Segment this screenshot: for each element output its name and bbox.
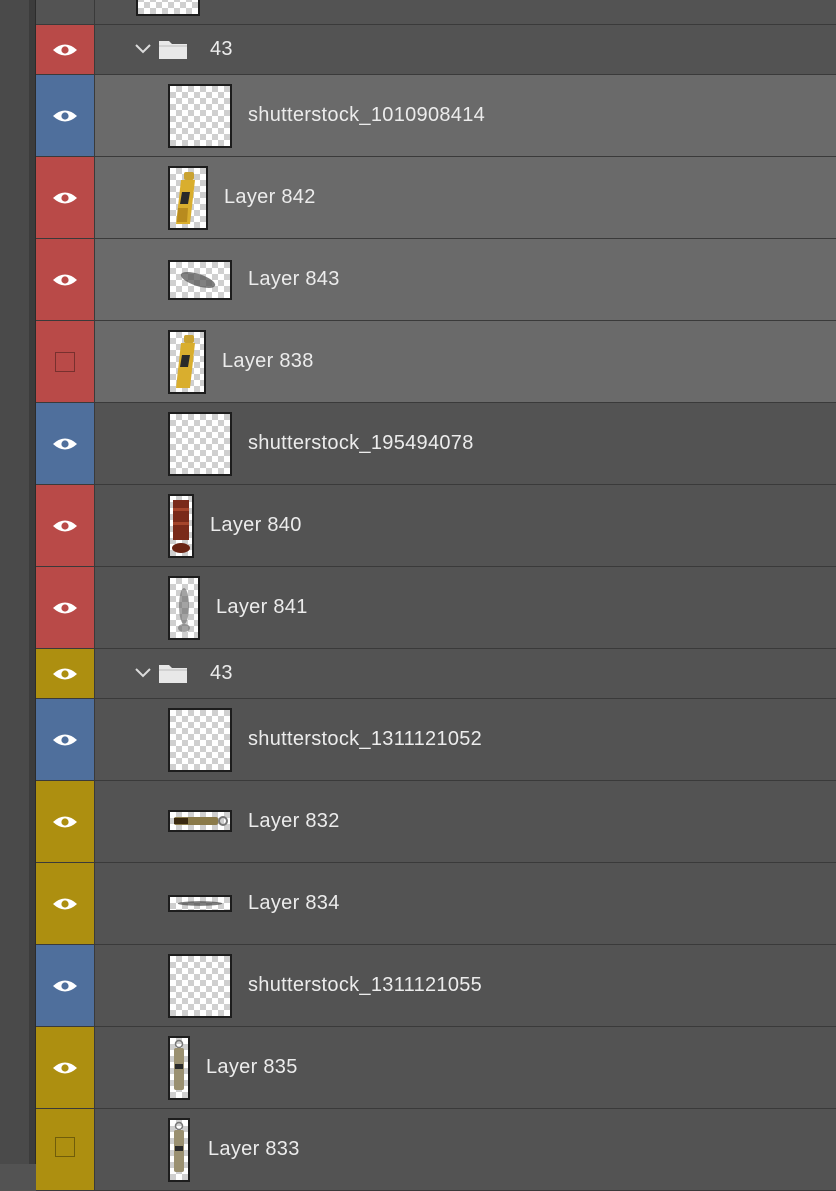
layer-thumbnail [168, 166, 208, 230]
visibility-toggle[interactable] [36, 239, 95, 320]
visibility-toggle[interactable] [36, 403, 95, 484]
folder-icon [159, 665, 187, 683]
visibility-cell[interactable] [36, 0, 95, 24]
visibility-toggle[interactable] [36, 157, 95, 238]
visibility-toggle[interactable] [36, 863, 95, 944]
layer-row[interactable]: shutterstock_1010908414 [36, 75, 836, 157]
layer-thumbnail [168, 895, 232, 912]
folder-icon [159, 41, 187, 59]
layer-thumbnail [168, 576, 200, 640]
layer-name: Layer 841 [216, 596, 308, 618]
hidden-checkbox[interactable] [55, 351, 75, 372]
layer-group-row[interactable]: 43 [36, 25, 836, 75]
layer-name: Layer 833 [208, 1138, 300, 1160]
layer-row[interactable]: Layer 834 [36, 863, 836, 945]
visibility-toggle[interactable] [36, 781, 95, 862]
visibility-toggle[interactable] [36, 649, 95, 698]
layer-name: Layer 840 [210, 514, 302, 536]
layer-name: Layer 842 [224, 186, 316, 208]
eye-icon [53, 816, 77, 827]
eye-icon [53, 520, 77, 531]
eye-icon [53, 1062, 77, 1073]
layer-row[interactable]: Layer 842 [36, 157, 836, 239]
layer-thumbnail [168, 1036, 190, 1100]
visibility-toggle[interactable] [36, 1027, 95, 1108]
layer-row[interactable]: Layer 835 [36, 1027, 836, 1109]
layer-name: Layer 832 [248, 810, 340, 832]
group-name: 43 [210, 662, 233, 684]
eye-icon [53, 898, 77, 909]
visibility-toggle[interactable] [36, 1109, 95, 1190]
layer-thumbnail [136, 0, 200, 16]
eye-icon [53, 438, 77, 449]
eye-icon [53, 602, 77, 613]
layer-name: shutterstock_1311121052 [248, 728, 483, 750]
layer-name: Layer 835 [206, 1056, 298, 1078]
layer-name: Layer 838 [222, 350, 314, 372]
layer-row[interactable]: Layer 841 [36, 567, 836, 649]
layer-row[interactable]: Layer 840 [36, 485, 836, 567]
visibility-toggle[interactable] [36, 567, 95, 648]
layer-thumbnail [168, 1118, 190, 1182]
layer-row[interactable]: shutterstock_195494078 [36, 403, 836, 485]
visibility-toggle[interactable] [36, 75, 95, 156]
visibility-toggle[interactable] [36, 945, 95, 1026]
layer-thumbnail [168, 954, 232, 1018]
layer-row[interactable]: shutterstock_1311121055 [36, 945, 836, 1027]
eye-icon [53, 980, 77, 991]
layer-row-partial[interactable] [36, 0, 836, 25]
eye-icon [53, 668, 77, 679]
visibility-toggle[interactable] [36, 699, 95, 780]
visibility-toggle[interactable] [36, 321, 95, 402]
visibility-toggle[interactable] [36, 485, 95, 566]
eye-icon [53, 274, 77, 285]
group-name: 43 [210, 38, 233, 60]
layer-row[interactable]: shutterstock_1311121052 [36, 699, 836, 781]
layer-thumbnail [168, 330, 206, 394]
layer-name: Layer 834 [248, 892, 340, 914]
layer-name: shutterstock_1010908414 [248, 104, 486, 126]
layer-name: Layer 843 [248, 268, 340, 290]
layer-name: shutterstock_195494078 [248, 432, 474, 454]
eye-icon [53, 192, 77, 203]
hidden-checkbox[interactable] [55, 1137, 75, 1157]
visibility-toggle[interactable] [36, 25, 95, 74]
layer-thumbnail [168, 260, 232, 300]
eye-icon [53, 44, 77, 55]
layer-name: shutterstock_1311121055 [248, 974, 483, 996]
layer-thumbnail [168, 412, 232, 476]
eye-icon [53, 734, 77, 745]
layer-row[interactable]: Layer 833 [36, 1109, 836, 1191]
eye-icon [53, 110, 77, 121]
layer-thumbnail [168, 708, 232, 772]
chevron-down-icon[interactable] [134, 667, 152, 679]
layer-thumbnail [168, 810, 232, 832]
layer-thumbnail [168, 84, 232, 148]
panel-left-edge [0, 0, 36, 1164]
layer-group-row[interactable]: 43 [36, 649, 836, 699]
layer-row[interactable]: Layer 838 [36, 321, 836, 403]
chevron-down-icon[interactable] [134, 43, 152, 55]
layer-row[interactable]: Layer 843 [36, 239, 836, 321]
layer-thumbnail [168, 494, 194, 558]
layer-row[interactable]: Layer 832 [36, 781, 836, 863]
